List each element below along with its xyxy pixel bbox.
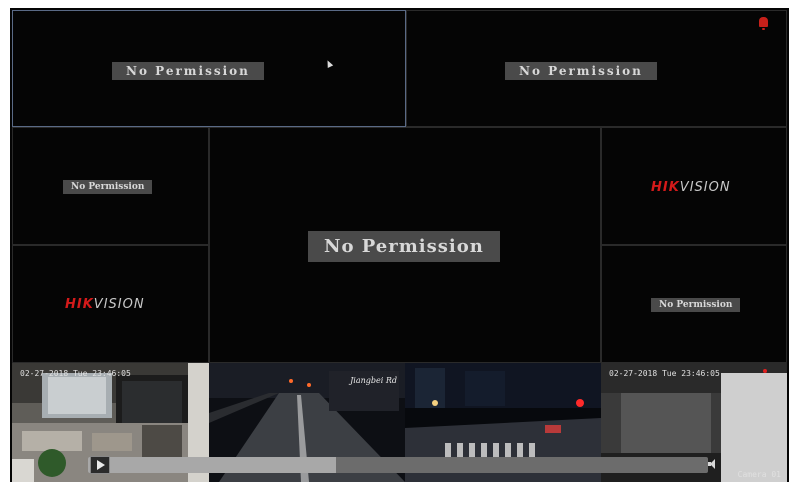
timestamp-overlay: 02-27-2018 Tue 23:46:05 bbox=[20, 369, 131, 378]
alarm-icon[interactable] bbox=[759, 17, 768, 30]
volume-icon[interactable] bbox=[708, 459, 718, 469]
camera-tile-6[interactable]: No Permission bbox=[601, 245, 787, 363]
camera-tile-2[interactable]: No Permission bbox=[406, 10, 787, 127]
timestamp-overlay: 02-27-2018 Tue 23:46:05 bbox=[609, 369, 720, 378]
camera-tile-main[interactable]: No Permission bbox=[209, 127, 601, 363]
no-permission-label: No Permission bbox=[63, 180, 153, 194]
play-icon[interactable] bbox=[90, 456, 110, 474]
playback-progress-bar[interactable] bbox=[88, 457, 708, 473]
no-permission-label: No Permission bbox=[308, 231, 500, 262]
camera-tile-3[interactable]: No Permission bbox=[12, 127, 209, 245]
camera-tile-5[interactable]: HIKVISION bbox=[601, 127, 787, 245]
video-wall: No Permission No Permission No Permissio… bbox=[10, 8, 789, 482]
hikvision-logo: HIKVISION bbox=[65, 297, 145, 312]
camera-tile-1[interactable]: No Permission bbox=[12, 10, 406, 127]
playback-progress-fill bbox=[88, 457, 336, 473]
no-permission-label: No Permission bbox=[505, 62, 657, 80]
camera-name-label: Camera 01 bbox=[737, 470, 781, 479]
street-label: Jiangbei Rd bbox=[350, 376, 397, 385]
no-permission-label: No Permission bbox=[112, 62, 264, 80]
no-permission-label: No Permission bbox=[651, 298, 741, 312]
hikvision-logo: HIKVISION bbox=[651, 180, 731, 195]
camera-tile-4[interactable]: HIKVISION bbox=[12, 245, 209, 363]
